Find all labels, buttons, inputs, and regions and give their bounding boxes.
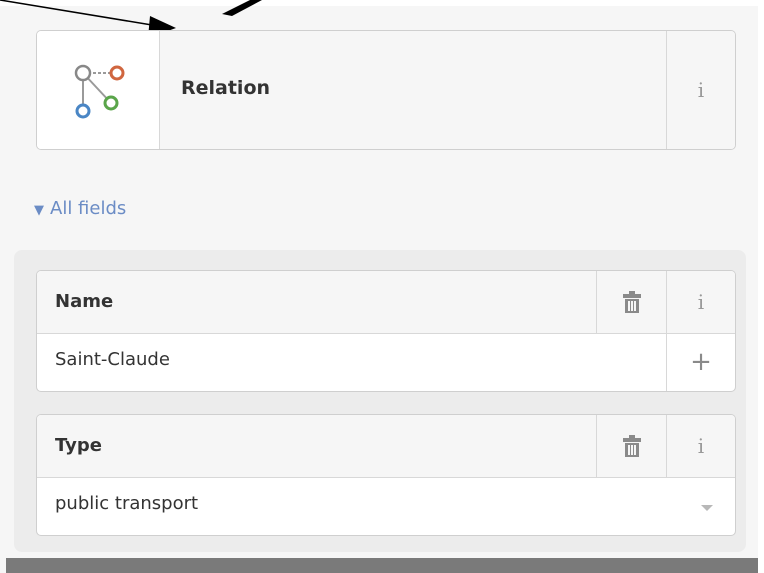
delete-name-button[interactable] [596, 271, 667, 333]
delete-type-button[interactable] [596, 415, 667, 477]
plus-icon[interactable]: + [666, 333, 735, 391]
all-fields-label: All fields [50, 198, 127, 219]
preset-name: Relation [181, 77, 271, 99]
trash-icon [623, 291, 641, 313]
disclosure-triangle-icon: ▼ [34, 203, 44, 218]
relation-icon [37, 31, 160, 149]
dropdown-caret-icon[interactable] [701, 505, 713, 511]
right-edge [758, 0, 764, 573]
name-value[interactable]: Saint-Claude [55, 349, 170, 370]
name-input[interactable]: Saint-Claude + [37, 333, 735, 391]
all-fields-toggle[interactable]: ▼ All fields [34, 198, 126, 219]
field-label-name: Name [55, 291, 114, 312]
field-header: Type i [37, 415, 735, 478]
field-type: Type i public transport [36, 414, 736, 536]
field-name: Name i Saint-Claude + [36, 270, 736, 392]
name-info-button[interactable]: i [666, 271, 735, 333]
type-info-button[interactable]: i [666, 415, 735, 477]
field-header: Name i [37, 271, 735, 334]
type-value[interactable]: public transport [55, 493, 198, 514]
bottom-bar [6, 558, 758, 573]
type-combo[interactable]: public transport [37, 477, 735, 535]
preset-info-button[interactable]: i [666, 31, 735, 149]
preset-card[interactable]: Relation i [36, 30, 736, 150]
trash-icon [623, 435, 641, 457]
field-label-type: Type [55, 435, 102, 456]
